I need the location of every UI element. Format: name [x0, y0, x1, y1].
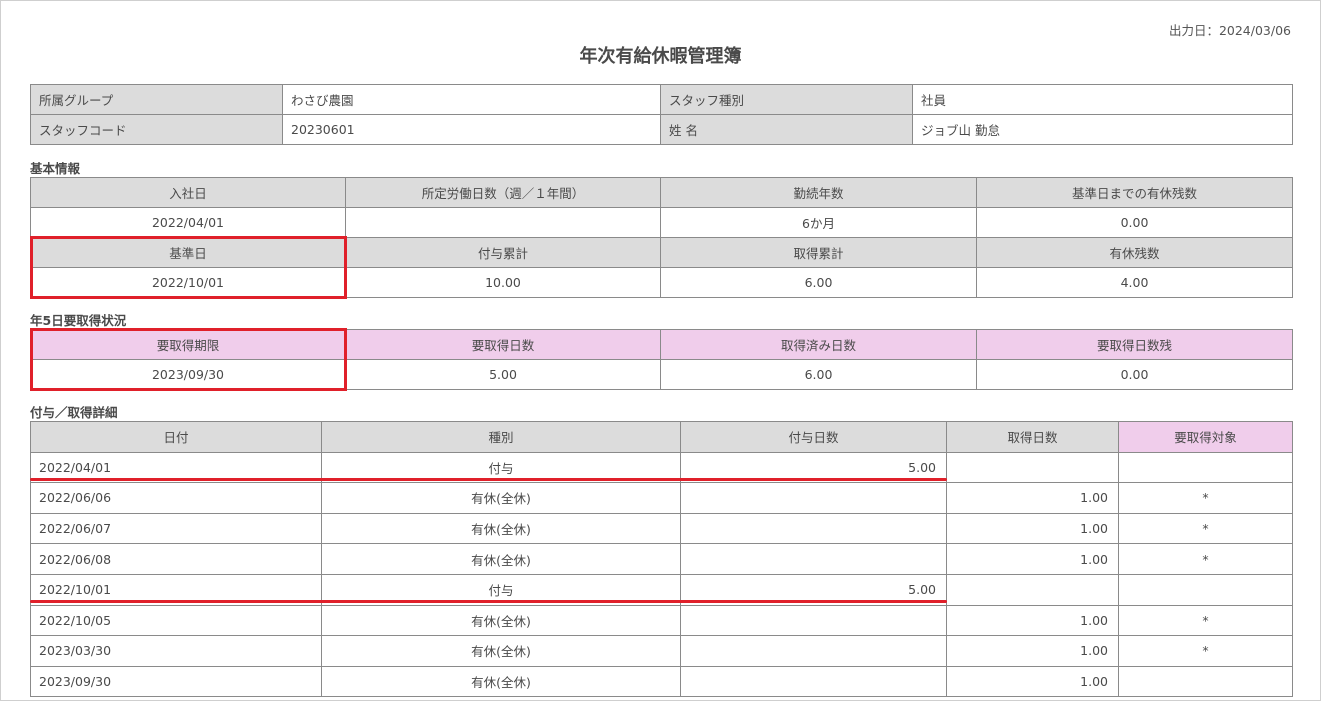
row-type: 有休(全休): [321, 543, 681, 575]
row-grant: [680, 665, 947, 698]
name-label: 姓 名: [660, 114, 913, 145]
col-type: 種別: [321, 421, 681, 453]
row-date: 2022/06/06: [30, 482, 322, 514]
work-days-value: [345, 207, 661, 238]
table-row: 2022/06/08 有休(全休) 1.00 *: [30, 543, 1293, 575]
row-target: *: [1118, 482, 1293, 514]
detail-table: 日付 種別 付与日数 取得日数 要取得対象 2022/04/01 付与 5.00…: [30, 421, 1293, 698]
tenure-value: 6か月: [660, 207, 977, 238]
row-grant: 5.00: [680, 573, 947, 606]
remaining-label: 有休残数: [976, 237, 1293, 268]
hire-date-value: 2022/04/01: [30, 207, 346, 238]
required-left-label: 要取得日数残: [976, 329, 1293, 360]
row-grant: [680, 512, 947, 545]
group-value: わさび農園: [282, 84, 661, 115]
row-grant: [680, 482, 947, 514]
remaining-before-value: 0.00: [976, 207, 1293, 238]
row-type: 有休(全休): [321, 512, 681, 545]
row-date: 2023/03/30: [30, 635, 322, 667]
print-date: 出力日：2024/03/06: [1168, 23, 1291, 38]
deadline-label: 要取得期限: [30, 329, 346, 360]
hire-date-label: 入社日: [30, 177, 346, 208]
col-grant: 付与日数: [680, 421, 947, 453]
staff-type-value: 社員: [912, 84, 1293, 115]
staff-header-table: 所属グループ わさび農園 スタッフ種別 社員 スタッフコード 20230601 …: [30, 84, 1293, 145]
required-days-value: 5.00: [345, 359, 661, 390]
granted-total-label: 付与累計: [345, 237, 661, 268]
row-type: 付与: [321, 451, 681, 484]
table-row: 2022/06/07 有休(全休) 1.00 *: [30, 512, 1293, 545]
row-target: *: [1118, 604, 1293, 637]
col-taken: 取得日数: [946, 421, 1119, 453]
staff-type-label: スタッフ種別: [660, 84, 913, 115]
row-date: 2022/06/08: [30, 543, 322, 575]
row-taken: [946, 451, 1119, 484]
group-label: 所属グループ: [30, 84, 283, 115]
work-days-label: 所定労働日数（週／１年間）: [345, 177, 661, 208]
staff-code-value: 20230601: [282, 114, 661, 145]
row-target: [1118, 665, 1293, 698]
table-row: 2022/10/05 有休(全休) 1.00 *: [30, 604, 1293, 637]
granted-total-value: 10.00: [345, 267, 661, 298]
section-basic-info: 基本情報: [30, 161, 81, 176]
row-taken: [946, 573, 1119, 606]
table-row: 2023/09/30 有休(全休) 1.00: [30, 665, 1293, 698]
remaining-before-label: 基準日までの有休残数: [976, 177, 1293, 208]
five-day-table: 要取得期限 要取得日数 取得済み日数 要取得日数残 2023/09/30 5.0…: [30, 329, 1293, 390]
basic-info-table: 入社日 所定労働日数（週／１年間） 勤続年数 基準日までの有休残数 2022/0…: [30, 177, 1293, 298]
row-taken: 1.00: [946, 665, 1119, 698]
table-row: 2022/04/01 付与 5.00: [30, 451, 1293, 484]
required-left-value: 0.00: [976, 359, 1293, 390]
row-target: *: [1118, 635, 1293, 667]
col-target: 要取得対象: [1118, 421, 1293, 453]
row-type: 有休(全休): [321, 482, 681, 514]
row-grant: [680, 604, 947, 637]
row-date: 2022/10/01: [30, 573, 322, 606]
row-target: *: [1118, 543, 1293, 575]
table-row: 2022/06/06 有休(全休) 1.00 *: [30, 482, 1293, 514]
row-taken: 1.00: [946, 635, 1119, 667]
taken-total-label: 取得累計: [660, 237, 977, 268]
row-date: 2022/10/05: [30, 604, 322, 637]
row-target: *: [1118, 512, 1293, 545]
base-date-value: 2022/10/01: [30, 267, 346, 298]
row-type: 付与: [321, 573, 681, 606]
table-row: 2023/03/30 有休(全休) 1.00 *: [30, 635, 1293, 667]
required-days-label: 要取得日数: [345, 329, 661, 360]
row-taken: 1.00: [946, 543, 1119, 575]
row-type: 有休(全休): [321, 604, 681, 637]
tenure-label: 勤続年数: [660, 177, 977, 208]
row-date: 2022/04/01: [30, 451, 322, 484]
row-grant: [680, 635, 947, 667]
row-grant: [680, 543, 947, 575]
row-target: [1118, 451, 1293, 484]
page-title: 年次有給休暇管理簿: [579, 46, 742, 67]
col-date: 日付: [30, 421, 322, 453]
row-taken: 1.00: [946, 482, 1119, 514]
taken-days-value: 6.00: [660, 359, 977, 390]
row-taken: 1.00: [946, 512, 1119, 545]
row-taken: 1.00: [946, 604, 1119, 637]
row-type: 有休(全休): [321, 665, 681, 698]
staff-code-label: スタッフコード: [30, 114, 283, 145]
row-date: 2023/09/30: [30, 665, 322, 698]
section-detail: 付与／取得詳細: [30, 405, 118, 420]
row-type: 有休(全休): [321, 635, 681, 667]
remaining-value: 4.00: [976, 267, 1293, 298]
row-grant: 5.00: [680, 451, 947, 484]
taken-total-value: 6.00: [660, 267, 977, 298]
deadline-value: 2023/09/30: [30, 359, 346, 390]
base-date-label: 基準日: [30, 237, 346, 268]
row-target: [1118, 573, 1293, 606]
section-five-day: 年5日要取得状況: [30, 313, 127, 328]
name-value: ジョブ山 勤怠: [912, 114, 1293, 145]
row-date: 2022/06/07: [30, 512, 322, 545]
table-row: 2022/10/01 付与 5.00: [30, 573, 1293, 606]
taken-days-label: 取得済み日数: [660, 329, 977, 360]
